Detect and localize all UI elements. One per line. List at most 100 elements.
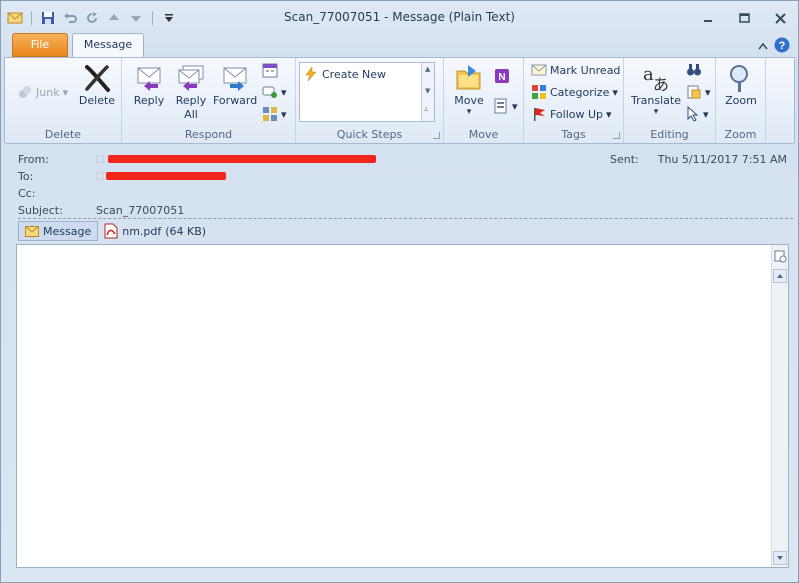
im-icon bbox=[262, 86, 277, 98]
scroll-down-icon[interactable]: ▼ bbox=[425, 87, 430, 95]
zoom-group: Zoom Zoom bbox=[716, 58, 766, 143]
maximize-button[interactable] bbox=[726, 7, 762, 29]
delete-group-label: Delete bbox=[44, 128, 82, 141]
chevron-down-icon: ▾ bbox=[466, 107, 472, 117]
respond-group: Reply Reply All Forward ▾ ▾ Respond bbox=[122, 58, 296, 143]
attachment-filename: nm.pdf bbox=[122, 224, 162, 238]
reading-options-icon[interactable] bbox=[773, 248, 787, 264]
window-controls bbox=[690, 7, 798, 29]
junk-button[interactable]: Junk ▾ bbox=[17, 82, 68, 102]
categorize-button[interactable]: Categorize ▾ bbox=[531, 82, 618, 102]
meeting-reply-button[interactable] bbox=[262, 60, 278, 80]
ribbon: Junk ▾ Delete Delete Reply Reply All For… bbox=[4, 57, 795, 144]
forward-icon bbox=[213, 62, 257, 94]
create-new-label: Create New bbox=[322, 67, 387, 81]
tags-dialog-launcher[interactable] bbox=[613, 132, 620, 139]
tab-message[interactable]: Message bbox=[72, 33, 144, 58]
minimize-button[interactable] bbox=[690, 7, 726, 29]
attachment-bar: Message nm.pdf (64 KB) bbox=[18, 221, 206, 241]
move-folder-icon bbox=[447, 62, 491, 94]
move-group-label: Move bbox=[468, 128, 499, 141]
gallery-more-icon[interactable]: ⩡ bbox=[424, 105, 429, 115]
presence-indicator bbox=[96, 172, 104, 180]
create-new-quick-step[interactable]: Create New bbox=[304, 67, 386, 81]
sent-info: Sent: Thu 5/11/2017 7:51 AM bbox=[610, 153, 787, 166]
reply-icon bbox=[127, 62, 171, 94]
editing-group: aあ Translate ▾ ▾ ▾ Editing bbox=[624, 58, 716, 143]
editing-group-label: Editing bbox=[650, 128, 689, 141]
forward-button[interactable]: Forward bbox=[213, 62, 257, 108]
pdf-attachment[interactable]: nm.pdf (64 KB) bbox=[104, 223, 206, 239]
delete-button[interactable]: Delete bbox=[75, 62, 119, 108]
quick-steps-group: Create New ▲ ▼ ⩡ Quick Steps bbox=[296, 58, 444, 143]
move-label: Move bbox=[454, 94, 484, 107]
vertical-scrollbar[interactable] bbox=[771, 245, 788, 567]
follow-up-button[interactable]: Follow Up ▾ bbox=[531, 104, 612, 124]
more-respond-button[interactable]: ▾ bbox=[262, 104, 287, 124]
onenote-button[interactable]: N bbox=[493, 66, 511, 86]
tags-group-label: Tags bbox=[561, 128, 586, 141]
help-icon[interactable]: ? bbox=[774, 37, 790, 56]
from-label: From: bbox=[18, 152, 49, 166]
junk-icon bbox=[19, 86, 31, 98]
quick-steps-scroll[interactable]: ▲ ▼ ⩡ bbox=[421, 63, 434, 121]
flag-icon bbox=[534, 108, 545, 121]
title-bar: Scan_77007051 - Message (Plain Text) bbox=[1, 1, 798, 33]
chevron-down-icon: ▾ bbox=[281, 85, 287, 99]
delete-icon bbox=[75, 62, 119, 94]
follow-up-label: Follow Up bbox=[550, 107, 604, 121]
related-button[interactable]: ▾ bbox=[686, 82, 711, 102]
mark-unread-button[interactable]: Mark Unread bbox=[531, 60, 620, 80]
chevron-down-icon: ▾ bbox=[705, 85, 711, 99]
categorize-label: Categorize bbox=[550, 85, 610, 99]
lightning-icon bbox=[305, 67, 317, 81]
attachment-size: (64 KB) bbox=[165, 224, 207, 238]
zoom-button[interactable]: Zoom bbox=[719, 62, 763, 108]
im-reply-button[interactable]: ▾ bbox=[262, 82, 287, 102]
message-attachment-tab[interactable]: Message bbox=[18, 221, 99, 241]
scroll-up-icon[interactable]: ▲ bbox=[425, 65, 430, 73]
quick-steps-gallery[interactable]: Create New ▲ ▼ ⩡ bbox=[299, 62, 435, 122]
from-value[interactable] bbox=[96, 151, 376, 167]
chevron-down-icon: ▾ bbox=[512, 99, 518, 113]
collapse-ribbon-icon[interactable] bbox=[758, 40, 768, 53]
find-button[interactable] bbox=[686, 60, 702, 80]
quick-steps-group-label: Quick Steps bbox=[336, 128, 403, 141]
tab-file[interactable]: File bbox=[12, 33, 68, 57]
calendar-icon bbox=[262, 63, 278, 78]
scroll-down-button[interactable] bbox=[773, 551, 787, 565]
chevron-down-icon: ▾ bbox=[281, 107, 287, 121]
respond-group-label: Respond bbox=[184, 128, 233, 141]
zoom-group-label: Zoom bbox=[724, 128, 757, 141]
to-value[interactable] bbox=[96, 168, 226, 184]
header-divider bbox=[18, 218, 793, 219]
quick-steps-dialog-launcher[interactable] bbox=[433, 132, 440, 139]
svg-text:?: ? bbox=[779, 40, 786, 52]
binoculars-icon bbox=[687, 64, 701, 76]
translate-button[interactable]: aあ Translate ▾ bbox=[628, 62, 684, 117]
cursor-icon bbox=[687, 106, 699, 122]
mark-unread-label: Mark Unread bbox=[550, 63, 621, 77]
reply-all-button[interactable]: Reply All bbox=[169, 62, 213, 122]
reply-all-label-line1: Reply bbox=[175, 94, 207, 107]
junk-label: Junk bbox=[36, 85, 60, 99]
move-group: Move ▾ N ▾ Move bbox=[444, 58, 524, 143]
ribbon-right-controls: ? bbox=[758, 37, 790, 56]
message-body[interactable] bbox=[16, 244, 789, 568]
reply-label: Reply bbox=[133, 94, 165, 107]
pdf-icon bbox=[104, 223, 118, 239]
reply-button[interactable]: Reply bbox=[127, 62, 171, 108]
more-actions-icon bbox=[263, 107, 277, 121]
reply-all-icon bbox=[169, 62, 213, 94]
redacted-sender bbox=[108, 155, 376, 163]
message-header: From: To: Cc: Subject: Scan_77007051 Sen… bbox=[4, 147, 795, 241]
close-button[interactable] bbox=[762, 7, 798, 29]
select-button[interactable]: ▾ bbox=[686, 104, 709, 124]
delete-label: Delete bbox=[78, 94, 116, 107]
actions-button[interactable]: ▾ bbox=[493, 96, 518, 116]
mark-unread-icon bbox=[531, 64, 547, 76]
scroll-up-button[interactable] bbox=[773, 269, 787, 283]
actions-icon bbox=[494, 98, 507, 114]
delete-group: Junk ▾ Delete Delete bbox=[5, 58, 122, 143]
move-button[interactable]: Move ▾ bbox=[447, 62, 491, 117]
